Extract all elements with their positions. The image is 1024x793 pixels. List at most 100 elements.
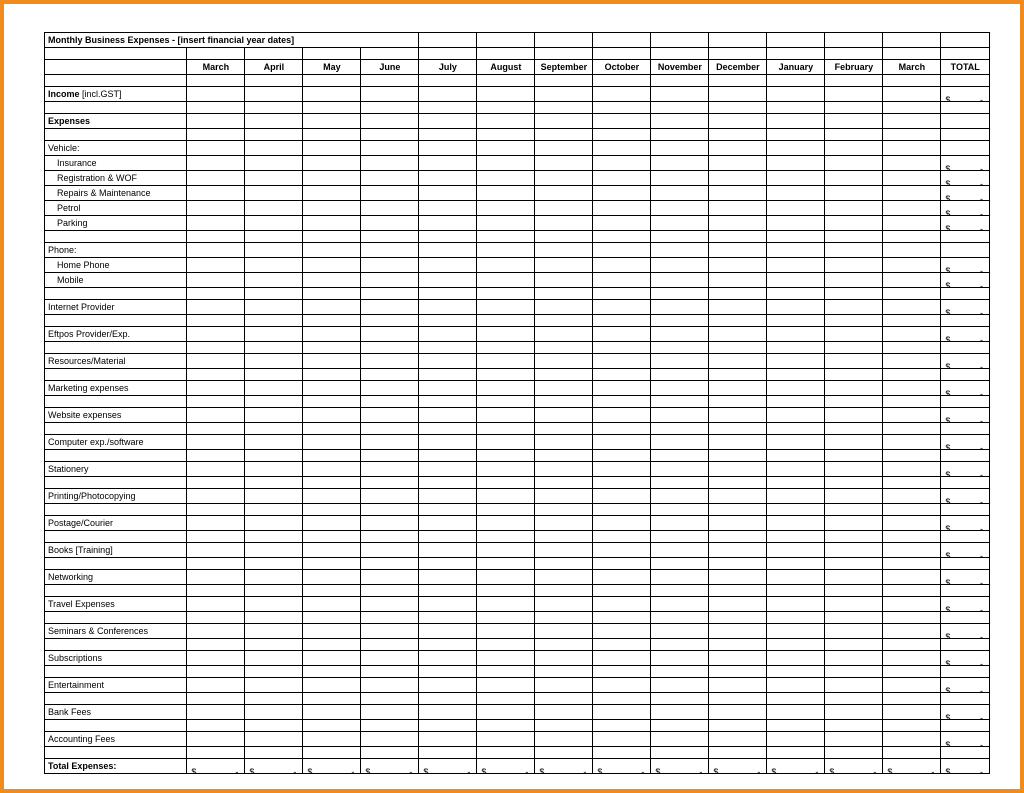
empty-cell — [709, 477, 767, 489]
empty-cell — [825, 639, 883, 651]
empty-cell — [419, 48, 477, 60]
month-cell — [303, 678, 361, 693]
month-total-cell: $- — [709, 759, 767, 774]
month-cell — [361, 273, 419, 288]
empty-cell — [825, 531, 883, 543]
empty-cell — [651, 288, 709, 300]
empty-cell — [245, 558, 303, 570]
currency-symbol: $ — [307, 766, 312, 774]
month-cell — [361, 489, 419, 504]
empty-cell — [941, 315, 990, 327]
empty-cell — [709, 33, 767, 48]
month-cell — [419, 408, 477, 423]
month-cell — [477, 216, 535, 231]
empty-cell — [593, 477, 651, 489]
month-cell — [303, 186, 361, 201]
month-cell — [651, 201, 709, 216]
month-cell — [535, 201, 593, 216]
empty-cell — [883, 477, 941, 489]
currency-symbol: $ — [945, 415, 950, 423]
month-cell — [245, 300, 303, 315]
amount-dash: - — [641, 766, 644, 774]
empty-cell — [593, 504, 651, 516]
empty-cell — [419, 747, 477, 759]
month-cell — [535, 624, 593, 639]
month-cell — [883, 624, 941, 639]
blank-row — [45, 558, 990, 570]
month-cell — [651, 258, 709, 273]
month-cell — [535, 381, 593, 396]
empty-cell — [361, 693, 419, 705]
empty-cell — [477, 315, 535, 327]
empty-cell — [477, 75, 535, 87]
empty-cell — [303, 369, 361, 381]
empty-cell — [941, 531, 990, 543]
month-cell — [767, 354, 825, 369]
amount-dash: - — [235, 766, 238, 774]
row-total-cell: $- — [941, 156, 990, 171]
empty-cell — [535, 477, 593, 489]
empty-cell — [303, 693, 361, 705]
month-cell — [477, 171, 535, 186]
empty-cell — [767, 33, 825, 48]
month-cell — [825, 597, 883, 612]
empty-cell — [651, 33, 709, 48]
empty-cell — [651, 231, 709, 243]
month-cell — [825, 186, 883, 201]
empty-cell — [535, 585, 593, 597]
row-total-cell: $- — [941, 570, 990, 585]
row-label-rest: [incl.GST] — [80, 89, 122, 99]
amount-dash: - — [980, 208, 983, 216]
empty-cell — [883, 693, 941, 705]
expense-table: Monthly Business Expenses - [insert fina… — [44, 32, 990, 774]
empty-cell — [187, 231, 245, 243]
month-header: August — [477, 60, 535, 75]
month-cell — [535, 543, 593, 558]
amount-dash: - — [815, 766, 818, 774]
month-cell — [593, 243, 651, 258]
row-label: Insurance — [45, 156, 187, 171]
month-cell — [245, 114, 303, 129]
amount-dash: - — [525, 766, 528, 774]
currency-symbol: $ — [945, 496, 950, 504]
empty-cell — [941, 612, 990, 624]
empty-cell — [187, 504, 245, 516]
month-cell — [419, 114, 477, 129]
month-cell — [535, 171, 593, 186]
empty-cell — [941, 102, 990, 114]
empty-cell — [535, 48, 593, 60]
data-row: Parking$- — [45, 216, 990, 231]
month-cell — [709, 705, 767, 720]
empty-cell — [709, 129, 767, 141]
empty-cell — [361, 585, 419, 597]
empty-cell — [535, 558, 593, 570]
month-header: July — [419, 60, 477, 75]
month-cell — [651, 543, 709, 558]
empty-cell — [767, 342, 825, 354]
month-cell — [303, 156, 361, 171]
month-cell — [593, 141, 651, 156]
month-cell — [883, 651, 941, 666]
blank-row — [45, 450, 990, 462]
empty-cell — [651, 477, 709, 489]
empty-cell — [245, 585, 303, 597]
month-cell — [535, 678, 593, 693]
month-cell — [651, 156, 709, 171]
blank-row — [45, 477, 990, 489]
month-cell — [825, 381, 883, 396]
empty-cell — [245, 747, 303, 759]
month-cell — [187, 651, 245, 666]
empty-cell — [709, 693, 767, 705]
month-cell — [303, 216, 361, 231]
month-cell — [709, 597, 767, 612]
amount-dash: - — [980, 415, 983, 423]
month-cell — [825, 732, 883, 747]
empty-cell — [825, 288, 883, 300]
month-cell — [535, 186, 593, 201]
empty-cell — [303, 504, 361, 516]
row-label: Mobile — [45, 273, 187, 288]
empty-cell — [825, 504, 883, 516]
empty-cell — [45, 612, 187, 624]
blank-row — [45, 666, 990, 678]
month-total-cell: $- — [535, 759, 593, 774]
